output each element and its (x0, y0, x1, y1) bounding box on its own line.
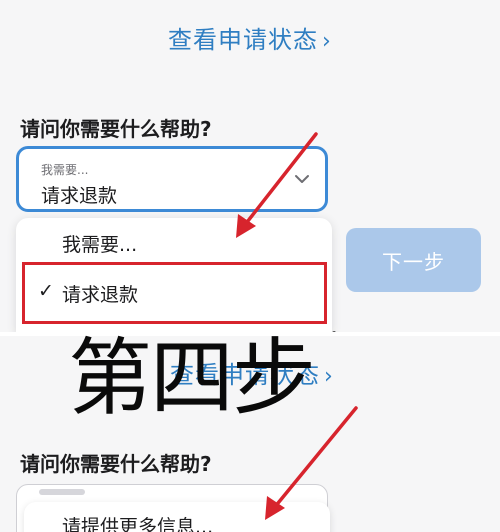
dropdown-option-label: 我需要... (62, 234, 138, 256)
dropdown-option-i-need[interactable]: 我需要... (16, 220, 332, 264)
chevron-right-icon: › (324, 364, 334, 389)
select-field-label (39, 489, 85, 495)
view-application-status-link[interactable]: 查看申请状态 › (168, 20, 332, 55)
dropdown-option-label: 请提供更多信息... (62, 516, 214, 532)
dropdown-option-more-info[interactable]: 请提供更多信息... (24, 502, 330, 532)
chevron-right-icon: › (322, 29, 332, 54)
step-caption: 第四步 (68, 329, 316, 427)
top-screenshot-panel: 查看申请状态 › 请问你需要什么帮助? 我需要... 请求退款 我需要... ✓ … (0, 0, 500, 332)
view-application-status-label: 查看申请状态 (168, 26, 318, 54)
text-fragment: 。 (331, 320, 348, 332)
chevron-down-icon (295, 175, 309, 183)
help-question-heading: 请问你需要什么帮助? (20, 117, 212, 141)
highlight-box (22, 262, 327, 324)
help-topic-select[interactable]: 我需要... 请求退款 (16, 146, 328, 212)
select-field-label: 我需要... (41, 163, 89, 177)
select-current-value: 请求退款 (41, 185, 118, 207)
next-step-button[interactable]: 下一步 (346, 228, 481, 292)
help-question-heading: 请问你需要什么帮助? (20, 452, 212, 476)
